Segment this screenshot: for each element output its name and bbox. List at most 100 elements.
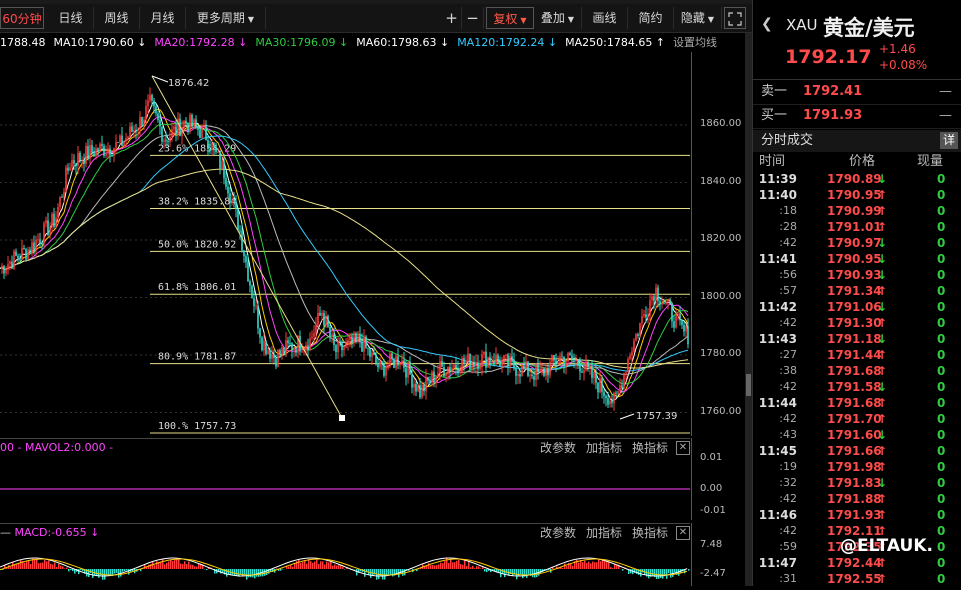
- macd-bar: [52, 564, 54, 569]
- tick-time: :42: [757, 491, 797, 507]
- candle-body: [485, 352, 487, 368]
- simple-mode-button[interactable]: 简约: [628, 7, 674, 29]
- candle-body: [247, 262, 249, 281]
- macd-bar: [450, 559, 452, 569]
- macd-bar: [438, 564, 440, 569]
- candle-body: [189, 115, 191, 132]
- candle-body: [629, 356, 631, 359]
- arrow-up-icon: ↑: [877, 459, 887, 475]
- candle-body: [611, 401, 613, 403]
- detail-button[interactable]: 详: [940, 132, 958, 149]
- fib-label: 61.8% 1806.01: [158, 282, 236, 293]
- period-60min[interactable]: 60分钟: [0, 7, 44, 29]
- tick-row: :281791.01↑0: [753, 219, 961, 235]
- tick-price: 1790.93: [827, 267, 882, 283]
- macd-bar: [254, 569, 256, 578]
- adjust-dropdown[interactable]: 复权▼: [486, 7, 534, 29]
- candle-body: [133, 130, 135, 132]
- candle-body: [671, 304, 673, 321]
- edit-params-button[interactable]: 改参数: [540, 524, 576, 542]
- candle-body: [241, 231, 243, 250]
- zoom-out-button[interactable]: −: [462, 7, 484, 29]
- period-month[interactable]: 月线: [140, 7, 186, 29]
- tick-volume: 0: [937, 443, 945, 459]
- price-chart[interactable]: 23.6% 1854.2938.2% 1835.8450.0% 1820.926…: [0, 52, 690, 436]
- candle-body: [543, 369, 545, 376]
- zoom-in-button[interactable]: +: [442, 7, 462, 29]
- candle-body: [333, 334, 335, 345]
- ma120-line: [0, 136, 688, 371]
- candle-body: [665, 302, 667, 304]
- tick-row: :561790.93↓0: [753, 267, 961, 283]
- chevron-left-icon[interactable]: ❮: [761, 16, 773, 32]
- candle-body: [209, 149, 211, 150]
- close-icon[interactable]: ✕: [676, 441, 690, 455]
- candle-body: [507, 355, 509, 367]
- candle-body: [97, 148, 99, 152]
- candle-body: [377, 363, 379, 367]
- tick-price: 1790.89: [827, 171, 882, 187]
- overlay-dropdown[interactable]: 叠加▼: [534, 7, 582, 29]
- candle-body: [285, 340, 287, 353]
- candle-body: [121, 136, 123, 146]
- period-week[interactable]: 周线: [94, 7, 140, 29]
- tick-volume: 0: [937, 539, 945, 555]
- switch-indicator-button[interactable]: 换指标: [632, 439, 668, 457]
- macd-bar: [234, 569, 236, 575]
- arrow-up-icon: ↑: [877, 347, 887, 363]
- candle-body: [251, 286, 253, 298]
- candle-body: [185, 121, 187, 124]
- close-icon[interactable]: ✕: [676, 526, 690, 540]
- macd-bar: [586, 563, 588, 569]
- candle-body: [653, 296, 655, 301]
- macd-bar: [480, 568, 482, 569]
- macd-bar: [192, 565, 194, 569]
- ma30-line: [0, 123, 688, 384]
- price-tick: 1840.00: [700, 176, 741, 187]
- tick-time: :28: [757, 219, 797, 235]
- candle-body: [235, 201, 237, 208]
- candle-body: [533, 376, 535, 380]
- candle-body: [597, 383, 599, 392]
- volume-pane: [0, 456, 690, 520]
- tick-volume: 0: [937, 507, 945, 523]
- tick-price: 1790.99: [827, 203, 882, 219]
- candle-body: [207, 140, 209, 149]
- candle-body: [645, 314, 647, 317]
- tick-table-body[interactable]: 11:391790.89↓011:401790.95↑0:181790.99↑0…: [753, 171, 961, 587]
- more-periods-dropdown[interactable]: 更多周期▼: [186, 7, 266, 29]
- candle-body: [25, 249, 27, 259]
- bid-volume: —: [939, 104, 952, 128]
- hide-dropdown[interactable]: 隐藏▼: [674, 7, 722, 29]
- mavol-legend: 00 - MAVOL2:0.000 -: [0, 439, 113, 457]
- candle-body: [21, 248, 23, 259]
- macd-bar: [316, 558, 318, 569]
- scrollbar-grip[interactable]: [746, 374, 751, 396]
- candle-body: [187, 124, 189, 132]
- candle-body: [501, 360, 503, 367]
- candle-body: [273, 354, 275, 358]
- candle-body: [63, 192, 65, 197]
- candle-body: [277, 350, 279, 367]
- vertical-scrollbar[interactable]: [745, 33, 752, 586]
- switch-indicator-button[interactable]: 换指标: [632, 524, 668, 542]
- draw-line-button[interactable]: 画线: [582, 7, 628, 29]
- symbol-code: XAU: [786, 16, 818, 34]
- tick-row: :381791.68↑0: [753, 363, 961, 379]
- add-indicator-button[interactable]: 加指标: [586, 439, 622, 457]
- candle-body: [429, 381, 431, 383]
- period-day[interactable]: 日线: [48, 7, 94, 29]
- candle-body: [465, 361, 467, 363]
- set-ma-button[interactable]: 设置均线: [673, 36, 717, 49]
- macd-bar: [326, 561, 328, 569]
- macd-bar: [310, 561, 312, 569]
- macd-bar: [466, 566, 468, 569]
- macd-bar: [226, 569, 228, 577]
- macd-bar: [512, 569, 514, 576]
- tick-volume: 0: [937, 411, 945, 427]
- edit-params-button[interactable]: 改参数: [540, 439, 576, 457]
- add-indicator-button[interactable]: 加指标: [586, 524, 622, 542]
- arrow-down-icon: ↓: [877, 251, 887, 267]
- candle-body: [635, 334, 637, 340]
- expand-icon[interactable]: [724, 7, 746, 29]
